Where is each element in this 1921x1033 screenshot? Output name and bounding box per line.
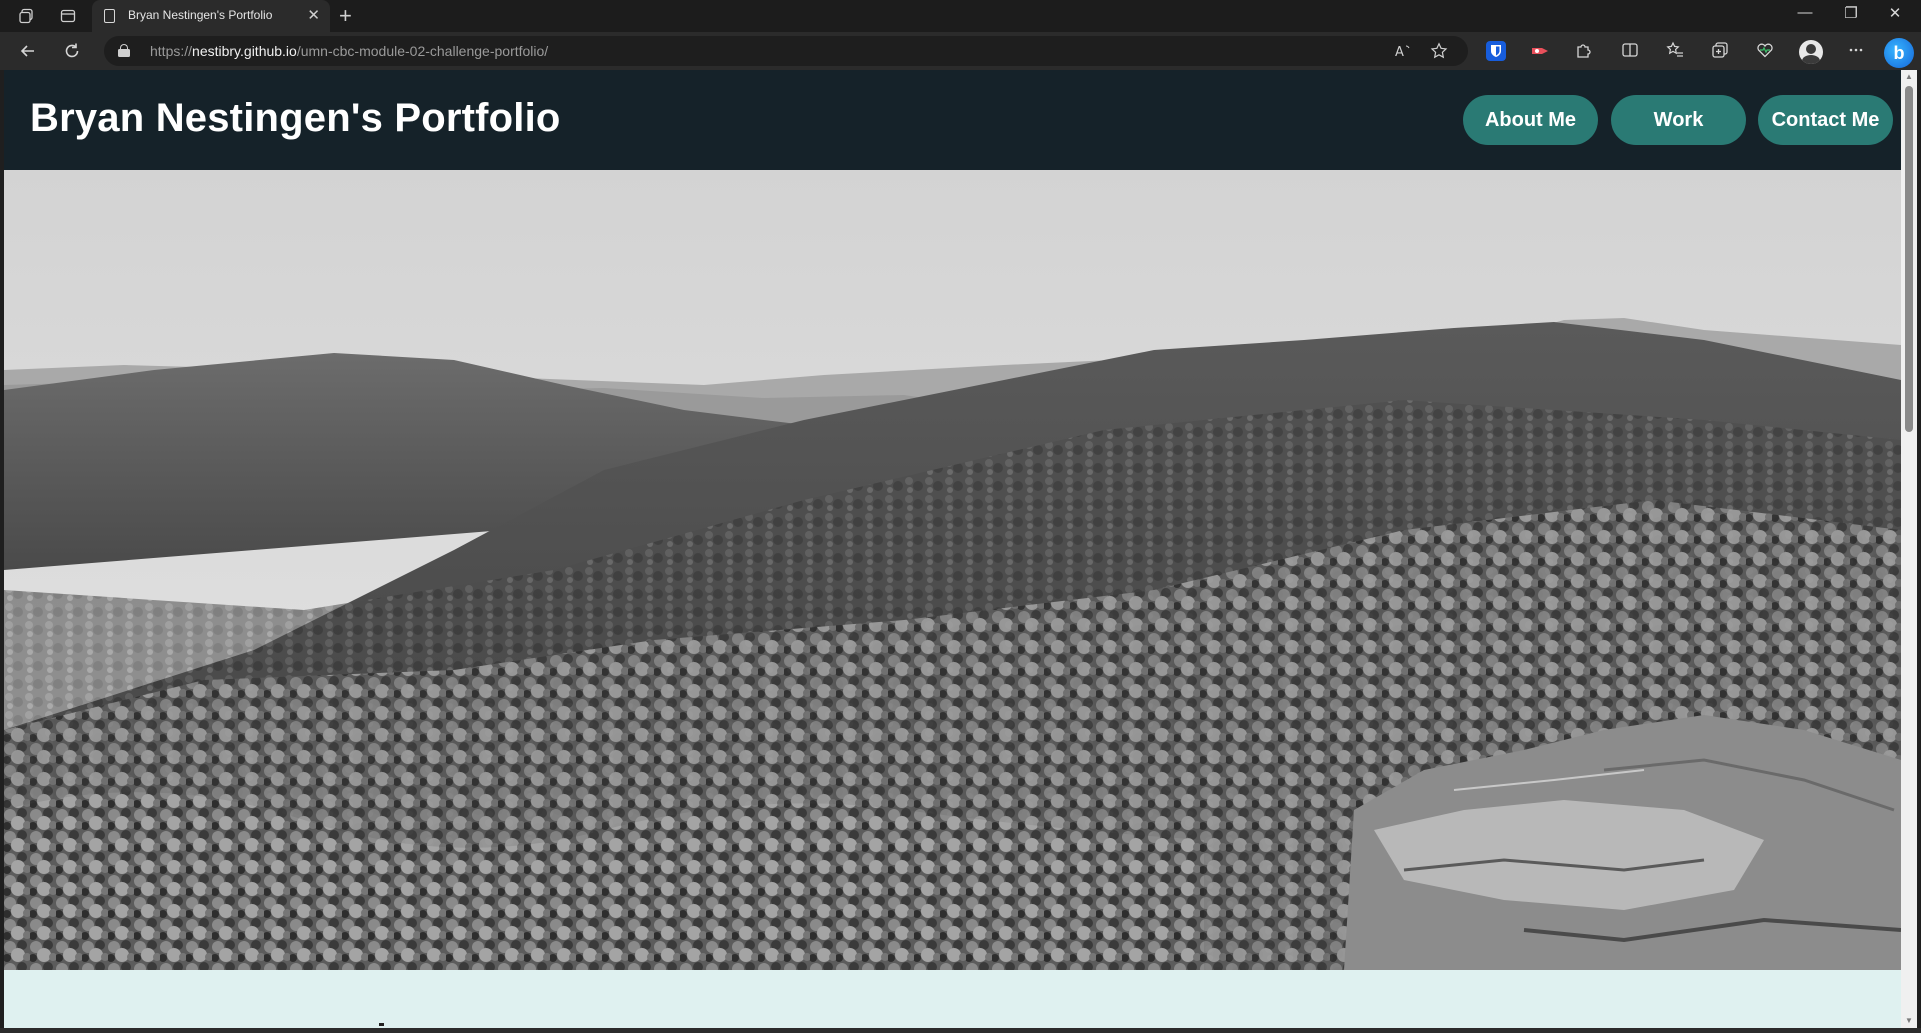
bing-copilot-icon[interactable]: b (1884, 38, 1914, 68)
nav-contact-me[interactable]: Contact Me (1758, 95, 1893, 145)
scroll-down-arrow-icon[interactable]: ▼ (1901, 1014, 1917, 1028)
workspaces-icon[interactable] (16, 6, 36, 26)
browser-tab-active[interactable]: Bryan Nestingen's Portfolio ✕ (92, 0, 330, 32)
url-text[interactable]: https://nestibry.github.io/umn-cbc-modul… (150, 43, 548, 59)
site-header: Bryan Nestingen's Portfolio About Me Wor… (4, 70, 1901, 170)
mountain-landscape-image (4, 170, 1901, 970)
tab-title: Bryan Nestingen's Portfolio (128, 8, 273, 22)
browser-toolbar: https://nestibry.github.io/umn-cbc-modul… (0, 32, 1921, 70)
scroll-thumb[interactable] (1905, 86, 1913, 432)
browser-titlebar: Bryan Nestingen's Portfolio ✕ + — ❐ ✕ (0, 0, 1921, 32)
address-bar[interactable]: https://nestibry.github.io/umn-cbc-modul… (104, 36, 1468, 66)
extension-red-icon[interactable] (1530, 41, 1550, 61)
url-path: /umn-cbc-module-02-challenge-portfolio/ (296, 43, 549, 59)
extensions-puzzle-icon[interactable] (1574, 41, 1594, 61)
close-window-button[interactable]: ✕ (1873, 4, 1917, 22)
minimize-button[interactable]: — (1783, 4, 1827, 21)
back-icon[interactable] (14, 38, 42, 64)
svg-text:A: A (1395, 45, 1404, 60)
extension-bitwarden-icon[interactable] (1486, 41, 1506, 61)
url-host: nestibry.github.io (192, 43, 297, 59)
scroll-up-arrow-icon[interactable]: ▲ (1901, 70, 1917, 84)
nav-about-me[interactable]: About Me (1463, 95, 1598, 145)
page-viewport: Bryan Nestingen's Portfolio About Me Wor… (4, 70, 1901, 1028)
favorites-icon[interactable] (1665, 41, 1685, 61)
tab-actions-icon[interactable] (58, 6, 78, 26)
read-aloud-icon[interactable]: A (1394, 42, 1412, 64)
about-section-start (4, 970, 1901, 1028)
browser-essentials-icon[interactable] (1755, 41, 1775, 61)
url-scheme: https:// (150, 43, 193, 59)
page-scrollbar[interactable]: ▲ ▼ (1901, 70, 1917, 1028)
refresh-icon[interactable] (58, 38, 86, 64)
more-icon[interactable] (1846, 41, 1866, 61)
favorite-star-icon[interactable] (1430, 42, 1448, 64)
hero-mountain-image (4, 170, 1901, 970)
nav-work[interactable]: Work (1611, 95, 1746, 145)
page-favicon-icon (104, 9, 115, 23)
split-screen-icon[interactable] (1620, 41, 1640, 61)
new-tab-button[interactable]: + (339, 3, 352, 29)
collections-icon[interactable] (1710, 41, 1730, 61)
site-title: Bryan Nestingen's Portfolio (30, 96, 561, 140)
profile-icon[interactable] (1799, 40, 1823, 64)
window-bottom-border (0, 1028, 1921, 1033)
lock-icon[interactable] (118, 44, 130, 57)
restore-button[interactable]: ❐ (1829, 4, 1873, 22)
section-heading-fragment (379, 1023, 384, 1026)
tab-close-icon[interactable]: ✕ (307, 6, 320, 24)
